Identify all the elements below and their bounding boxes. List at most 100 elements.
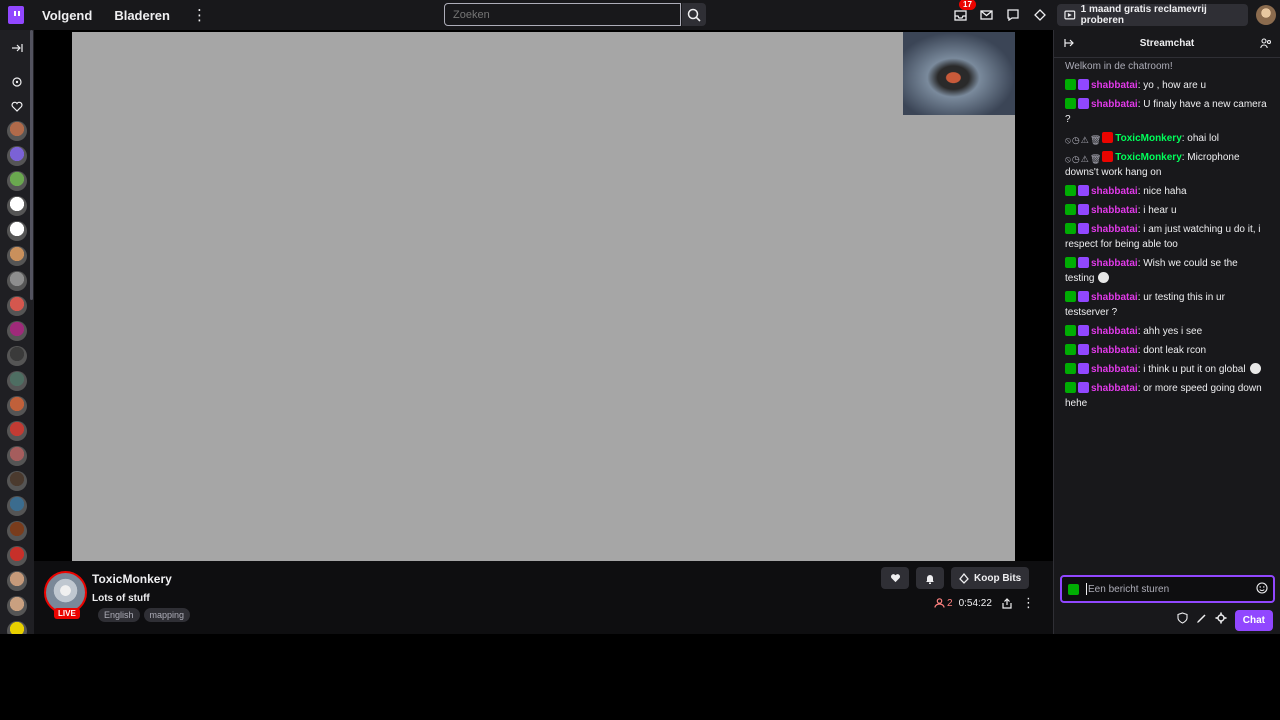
sidebar-channel-avatar[interactable] xyxy=(7,321,27,341)
sidebar-channel-avatar[interactable] xyxy=(7,171,27,191)
subscriber-badge xyxy=(1078,98,1089,109)
subscriber-badge xyxy=(1078,223,1089,234)
sidebar-channel-avatar[interactable] xyxy=(7,546,27,566)
whispers-icon[interactable] xyxy=(1004,6,1022,24)
stream-info: LIVE ToxicMonkery Lots of stuff English … xyxy=(34,561,1053,634)
user-avatar[interactable] xyxy=(1256,5,1276,25)
sidebar-channel-avatar[interactable] xyxy=(7,221,27,241)
crown-icon[interactable] xyxy=(1031,6,1049,24)
pencil-icon[interactable] xyxy=(1196,611,1207,629)
community-icon[interactable] xyxy=(1260,38,1272,52)
subscriber-badge xyxy=(1078,325,1089,336)
mod-tool-icon[interactable]: ⚠ xyxy=(1081,152,1089,164)
settings-gear-icon[interactable] xyxy=(1215,611,1227,629)
sidebar-channel-avatar[interactable] xyxy=(7,471,27,491)
chat-username[interactable]: shabbatai xyxy=(1091,383,1138,394)
more-vertical-icon[interactable]: ⋮ xyxy=(192,8,207,23)
mod-tool-icon[interactable]: 🗑 xyxy=(1090,152,1101,164)
shield-icon[interactable] xyxy=(1177,611,1188,629)
sidebar-channel-avatar[interactable] xyxy=(7,421,27,441)
follow-button[interactable] xyxy=(881,567,909,589)
chat-username[interactable]: shabbatai xyxy=(1091,345,1138,356)
skull-emote-icon xyxy=(1249,363,1261,374)
sidebar-channel-avatar[interactable] xyxy=(7,621,27,634)
chat-username[interactable]: shabbatai xyxy=(1091,80,1138,91)
webcam-overlay xyxy=(903,32,1015,115)
sidebar-scrollbar[interactable] xyxy=(30,30,33,300)
chat-message-text: : nice haha xyxy=(1137,186,1187,197)
expand-sidebar-icon[interactable] xyxy=(7,38,27,58)
mod-tool-icon[interactable]: ⦸ xyxy=(1065,133,1071,145)
tag-category[interactable]: mapping xyxy=(143,608,191,622)
more-options-icon[interactable]: ⋮ xyxy=(1022,595,1035,611)
chat-message: shabbatai: ur testing this in ur testser… xyxy=(1054,288,1280,322)
sidebar-channel-avatar[interactable] xyxy=(7,371,27,391)
chat-username[interactable]: shabbatai xyxy=(1091,224,1138,235)
mod-tool-icon[interactable]: ◷ xyxy=(1072,152,1080,164)
chat-input-placeholder: Een bericht sturen xyxy=(1088,583,1170,595)
chat-username[interactable]: shabbatai xyxy=(1091,186,1138,197)
sidebar-channel-avatar[interactable] xyxy=(7,296,27,316)
share-icon[interactable] xyxy=(1002,597,1012,609)
chat-input[interactable]: Een bericht sturen xyxy=(1060,575,1275,603)
chat-username[interactable]: shabbatai xyxy=(1091,364,1138,375)
text-caret xyxy=(1086,583,1087,595)
notifications-button[interactable] xyxy=(916,567,944,589)
chat-username[interactable]: ToxicMonkery xyxy=(1115,133,1182,144)
sidebar-channel-avatar[interactable] xyxy=(7,571,27,591)
tag-language[interactable]: English xyxy=(98,608,140,622)
chat-message: shabbatai: or more speed going down hehe xyxy=(1054,379,1280,413)
search-input[interactable] xyxy=(444,3,681,26)
mail-icon[interactable] xyxy=(977,6,995,24)
inbox-icon[interactable]: 17 xyxy=(951,0,976,24)
twitch-logo-icon[interactable] xyxy=(8,6,24,24)
recommended-icon[interactable] xyxy=(7,72,27,92)
chat-username[interactable]: shabbatai xyxy=(1091,99,1138,110)
sidebar-channel-avatar[interactable] xyxy=(7,196,27,216)
viewer-count-value: 2 xyxy=(947,597,953,609)
chat-message: shabbatai: nice haha xyxy=(1054,182,1280,201)
chat-username[interactable]: shabbatai xyxy=(1091,205,1138,216)
top-nav: Volgend Bladeren ⋮ 17 1 maand gratis rec… xyxy=(0,0,1280,30)
mod-badge xyxy=(1065,382,1076,393)
subscriber-badge xyxy=(1078,291,1089,302)
nav-browse[interactable]: Bladeren xyxy=(114,8,170,23)
heart-icon[interactable] xyxy=(7,96,27,116)
mod-tool-icon[interactable]: ◷ xyxy=(1072,133,1080,145)
mod-tool-icon[interactable]: 🗑 xyxy=(1090,133,1101,145)
chat-username[interactable]: ToxicMonkery xyxy=(1115,152,1182,163)
sidebar-channel-avatar[interactable] xyxy=(7,246,27,266)
sidebar-channel-avatar[interactable] xyxy=(7,121,27,141)
subscriber-badge xyxy=(1078,185,1089,196)
sidebar-channel-avatar[interactable] xyxy=(7,146,27,166)
video-frame[interactable] xyxy=(72,32,1015,561)
ad-free-trial-button[interactable]: 1 maand gratis reclamevrij proberen xyxy=(1057,4,1248,26)
chat-header: Streamchat xyxy=(1054,30,1280,58)
emote-picker-icon[interactable] xyxy=(1256,582,1268,597)
video-player[interactable] xyxy=(34,30,1053,561)
chat-send-button[interactable]: Chat xyxy=(1234,609,1273,631)
chat-panel: Streamchat Welkom in de chatroom! shabba… xyxy=(1053,30,1280,634)
sidebar-channel-avatar[interactable] xyxy=(7,271,27,291)
sidebar-channel-avatar[interactable] xyxy=(7,496,27,516)
mod-tool-icon[interactable]: ⚠ xyxy=(1081,133,1089,145)
sidebar-channel-avatar[interactable] xyxy=(7,346,27,366)
nav-following[interactable]: Volgend xyxy=(42,8,92,23)
channel-name[interactable]: ToxicMonkery xyxy=(92,572,172,586)
sidebar-channel-avatar[interactable] xyxy=(7,396,27,416)
sidebar-channel-avatar[interactable] xyxy=(7,446,27,466)
mod-tool-icon[interactable]: ⦸ xyxy=(1065,152,1071,164)
subscriber-badge xyxy=(1078,79,1089,90)
collapse-chat-icon[interactable] xyxy=(1064,38,1076,51)
sidebar-channel-avatar[interactable] xyxy=(7,521,27,541)
notification-badge: 17 xyxy=(959,0,976,10)
sidebar-channel-avatar[interactable] xyxy=(7,596,27,616)
chat-message-text: : ohai lol xyxy=(1181,133,1219,144)
chat-username[interactable]: shabbatai xyxy=(1091,258,1138,269)
chat-message: shabbatai: i think u put it on global xyxy=(1054,360,1280,379)
buy-bits-button[interactable]: Koop Bits xyxy=(951,567,1030,589)
subscriber-badge xyxy=(1078,204,1089,215)
chat-username[interactable]: shabbatai xyxy=(1091,292,1138,303)
search-button[interactable] xyxy=(682,3,706,26)
chat-username[interactable]: shabbatai xyxy=(1091,326,1138,337)
